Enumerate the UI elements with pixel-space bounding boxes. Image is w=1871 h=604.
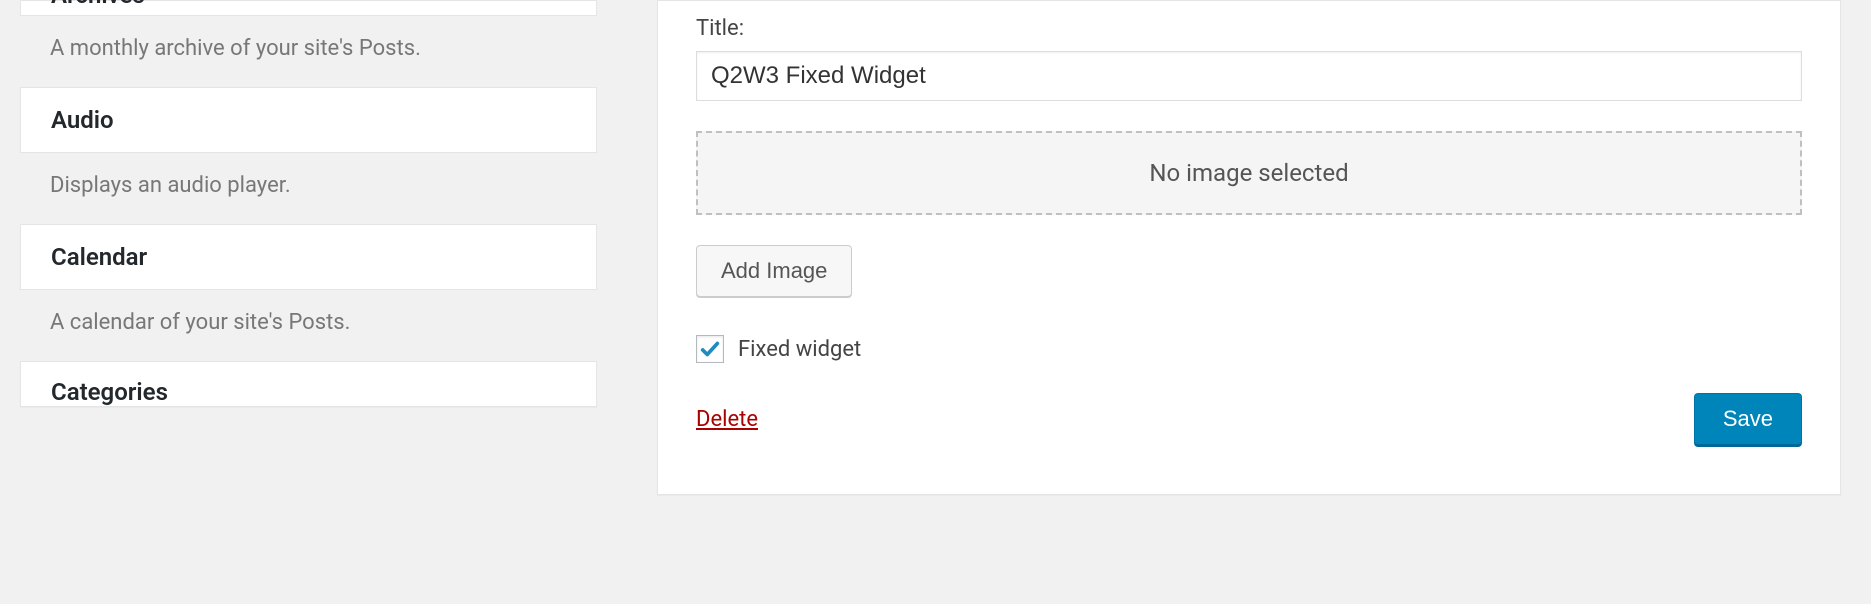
available-widgets-column: Archives A monthly archive of your site'… [0, 0, 617, 604]
form-footer: Delete Save [696, 393, 1802, 446]
widget-description-calendar: A calendar of your site's Posts. [20, 290, 597, 361]
fixed-widget-label: Fixed widget [738, 337, 861, 362]
save-button-label: Save [1723, 406, 1773, 431]
widget-title-categories: Categories [21, 362, 596, 406]
image-dropzone[interactable]: No image selected [696, 131, 1802, 215]
widget-description-audio: Displays an audio player. [20, 153, 597, 224]
widget-title-archives: Archives [21, 0, 596, 15]
add-image-button-label: Add Image [721, 258, 827, 283]
fixed-widget-row: Fixed widget [696, 335, 1802, 363]
widget-settings-panel: Title: No image selected Add Image Fixed… [657, 0, 1841, 495]
widget-title-audio: Audio [21, 88, 596, 152]
add-image-button[interactable]: Add Image [696, 245, 852, 297]
title-input[interactable] [696, 51, 1802, 101]
widget-settings-column: Title: No image selected Add Image Fixed… [617, 0, 1871, 604]
widget-item-calendar[interactable]: Calendar [20, 224, 597, 290]
widget-item-categories[interactable]: Categories [20, 361, 597, 407]
image-dropzone-text: No image selected [1149, 159, 1348, 187]
checkmark-icon [699, 338, 721, 360]
page-container: Archives A monthly archive of your site'… [0, 0, 1871, 604]
delete-link[interactable]: Delete [696, 407, 758, 432]
title-label: Title: [696, 16, 1802, 41]
widget-title-calendar: Calendar [21, 225, 596, 289]
widget-description-archives: A monthly archive of your site's Posts. [20, 16, 597, 87]
fixed-widget-checkbox[interactable] [696, 335, 724, 363]
save-button[interactable]: Save [1694, 393, 1802, 446]
delete-link-label: Delete [696, 407, 758, 432]
widget-item-audio[interactable]: Audio [20, 87, 597, 153]
widget-item-archives[interactable]: Archives [20, 0, 597, 16]
